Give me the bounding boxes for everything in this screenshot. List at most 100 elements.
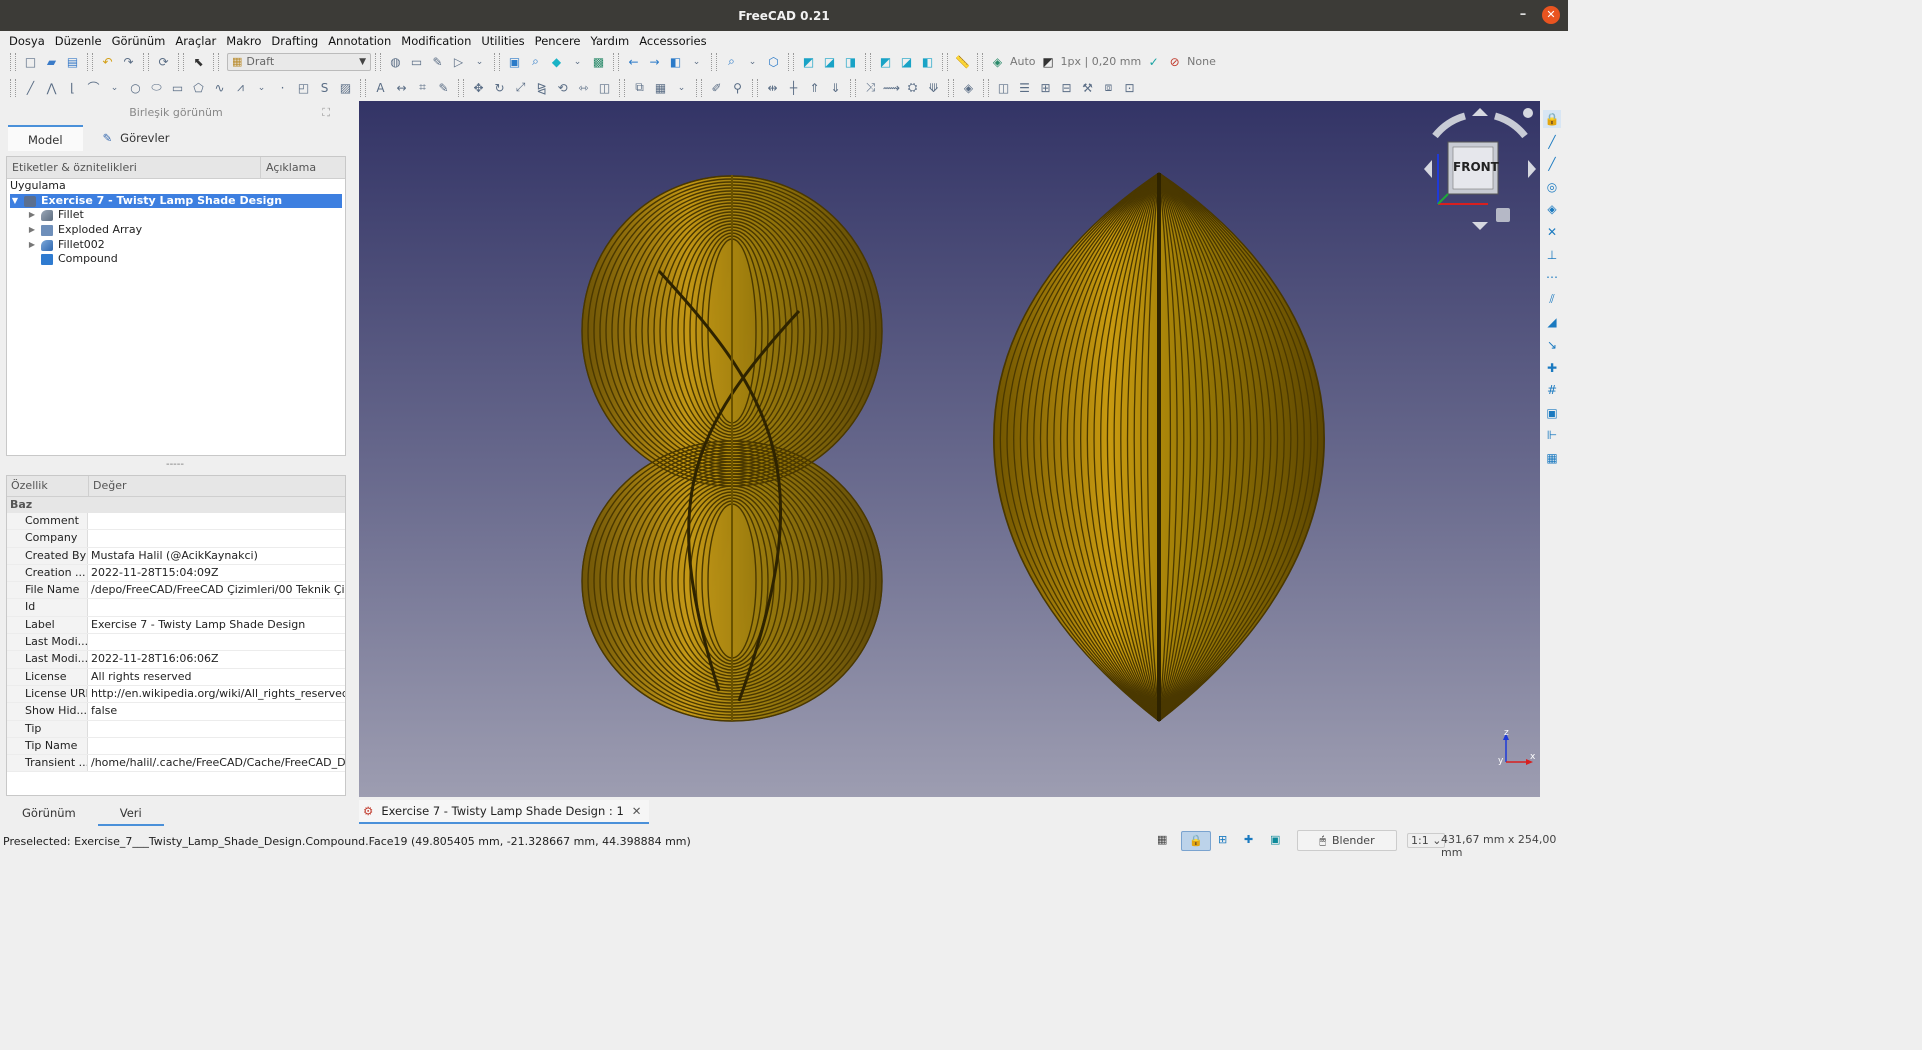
arrow-down-icon[interactable]	[1472, 222, 1488, 230]
snap-center-icon[interactable]: ◎	[1543, 178, 1561, 196]
draw-style-icon[interactable]: ◆	[548, 53, 565, 70]
working-plane-status-icon[interactable]: ▣	[1270, 833, 1280, 846]
3d-viewport[interactable]	[359, 101, 1540, 797]
select-group-icon[interactable]: ⊟	[1058, 79, 1075, 96]
fit-selection-icon[interactable]: ⌕	[527, 53, 544, 70]
snap-intersection-icon[interactable]: ✕	[1543, 223, 1561, 241]
working-plane-icon[interactable]: ◈	[989, 53, 1006, 70]
collapse-icon[interactable]: ▼	[10, 194, 20, 209]
property-row[interactable]: Last Modi...	[7, 634, 345, 652]
working-plane-label[interactable]: Auto	[1010, 55, 1036, 68]
menu-tools[interactable]: Araçlar	[170, 34, 221, 48]
tab-model[interactable]: Model	[8, 125, 83, 151]
tree-root[interactable]: Uygulama	[7, 179, 345, 194]
add-to-construction-icon[interactable]: ⚒	[1079, 79, 1096, 96]
autogroup-label[interactable]: None	[1187, 55, 1216, 68]
grid-toggle-icon[interactable]: ▦	[1157, 833, 1167, 846]
toolbar-grip[interactable]	[10, 78, 16, 97]
dimension-tool-icon[interactable]: ↔	[393, 79, 410, 96]
expand-icon[interactable]: ▶	[27, 238, 37, 253]
snap-perpendicular-icon[interactable]: ⊥	[1543, 246, 1561, 264]
property-value[interactable]	[88, 513, 345, 529]
macro-record-icon[interactable]: ◍	[387, 53, 404, 70]
menu-file[interactable]: Dosya	[4, 34, 50, 48]
property-row[interactable]: Created By Mustafa Halil (@AcikKaynakci)	[7, 547, 345, 565]
right-view-icon[interactable]: ◨	[842, 53, 859, 70]
stretch-tool-icon[interactable]: ◫	[596, 79, 613, 96]
draft-to-sketch-icon[interactable]: ⟿	[883, 79, 900, 96]
rotate-right-icon[interactable]	[1493, 112, 1528, 139]
property-value[interactable]	[88, 738, 345, 754]
menu-annotation[interactable]: Annotation	[323, 34, 396, 48]
menu-accessories[interactable]: Accessories	[634, 34, 711, 48]
document-tab[interactable]: ⚙ Exercise 7 - Twisty Lamp Shade Design …	[359, 800, 650, 824]
upgrade-tool-icon[interactable]: ⇑	[806, 79, 823, 96]
trimex-tool-icon[interactable]: ⇿	[575, 79, 592, 96]
property-value[interactable]: 2022-11-28T16:06:06Z	[88, 651, 345, 667]
toolbar-grip[interactable]	[752, 78, 758, 97]
property-row[interactable]: Label Exercise 7 - Twisty Lamp Shade Desi…	[7, 616, 345, 635]
menu-modification[interactable]: Modification	[396, 34, 476, 48]
back-arrow-icon[interactable]: ←	[625, 53, 642, 70]
property-row[interactable]: Creation ... 2022-11-28T15:04:09Z	[7, 564, 345, 583]
snap-angle-icon[interactable]: ◈	[1543, 200, 1561, 218]
snap-dimensions-icon[interactable]: ⊩	[1543, 426, 1561, 444]
line-tool-icon[interactable]: ╱	[22, 79, 39, 96]
tab-data[interactable]: Veri	[97, 802, 164, 826]
top-view-icon[interactable]: ◪	[821, 53, 838, 70]
panel-splitter[interactable]: -----	[160, 459, 190, 470]
toolbar-grip[interactable]	[977, 52, 983, 71]
no-autogroup-icon[interactable]: ⊘	[1166, 53, 1183, 70]
chevron-down-icon[interactable]: ⌄	[688, 53, 705, 70]
property-row[interactable]: Tip	[7, 720, 345, 738]
menu-window[interactable]: Pencere	[530, 34, 586, 48]
toolbar-grip[interactable]	[613, 52, 619, 71]
layer-manager-icon[interactable]: ☰	[1016, 79, 1033, 96]
property-value[interactable]: http://en.wikipedia.org/wiki/All_rights_…	[88, 686, 345, 702]
downgrade-tool-icon[interactable]: ⇓	[827, 79, 844, 96]
point-tool-icon[interactable]: ·	[274, 79, 291, 96]
arrow-up-icon[interactable]	[1472, 108, 1488, 116]
whats-this-icon[interactable]: ⬉	[190, 53, 207, 70]
mini-cube-icon[interactable]	[1496, 208, 1510, 222]
polyline-tool-icon[interactable]: ⋀	[43, 79, 60, 96]
bspline-tool-icon[interactable]: ∿	[211, 79, 228, 96]
snap-midpoint-icon[interactable]: ╱	[1543, 155, 1561, 173]
open-file-icon[interactable]: ▰	[43, 53, 60, 70]
bottom-view-icon[interactable]: ◪	[898, 53, 915, 70]
join-tool-icon[interactable]: ⇹	[764, 79, 781, 96]
mirror-tool-icon[interactable]: ⧎	[533, 79, 550, 96]
hatch-tool-icon[interactable]: ▨	[337, 79, 354, 96]
property-value[interactable]	[88, 721, 345, 737]
tree-item-fillet002[interactable]: ▶ Fillet002	[7, 238, 345, 253]
tree-document[interactable]: ▼ Exercise 7 - Twisty Lamp Shade Design	[10, 193, 342, 209]
toolbar-grip[interactable]	[619, 78, 625, 97]
tab-view[interactable]: Görünüm	[0, 802, 98, 824]
property-value[interactable]: /home/halil/.cache/FreeCAD/Cache/FreeCAD…	[88, 755, 345, 771]
bezier-tool-icon[interactable]: ⩘	[232, 79, 249, 96]
snap-ortho-status-icon[interactable]: ✚	[1244, 833, 1253, 846]
macro-folder-icon[interactable]: ▭	[408, 53, 425, 70]
snap-lock-icon[interactable]: 🔒	[1543, 110, 1561, 128]
property-row[interactable]: Show Hid... false	[7, 703, 345, 721]
chevron-down-icon[interactable]: ⌄	[744, 53, 761, 70]
arrow-right-icon[interactable]	[1528, 160, 1536, 178]
navigation-cube[interactable]: FRONT	[1420, 108, 1540, 233]
snap-parallel-icon[interactable]: ⫽	[1543, 291, 1561, 309]
close-window-button[interactable]: ✕	[1542, 6, 1560, 24]
property-col-value[interactable]: Değer	[89, 476, 127, 496]
working-plane-proxy-icon[interactable]: ◈	[960, 79, 977, 96]
wire-to-bspline-icon[interactable]: ⤨	[862, 79, 879, 96]
snap-ortho-icon[interactable]: ✚	[1543, 359, 1561, 377]
toolbar-grip[interactable]	[948, 78, 954, 97]
toolbar-grip[interactable]	[10, 52, 16, 71]
property-value[interactable]: Exercise 7 - Twisty Lamp Shade Design	[88, 617, 345, 633]
property-row[interactable]: Last Modi... 2022-11-28T16:06:06Z	[7, 651, 345, 669]
line-style-icon[interactable]: ◩	[1040, 53, 1057, 70]
rotate-left-icon[interactable]	[1432, 112, 1467, 139]
scale-tool-icon[interactable]: ⤢	[512, 79, 529, 96]
refresh-icon[interactable]: ⟳	[155, 53, 172, 70]
chevron-down-icon[interactable]: ⌄	[106, 79, 123, 96]
undock-icon[interactable]: ⛶	[322, 104, 330, 122]
text-tool-icon[interactable]: A	[372, 79, 389, 96]
